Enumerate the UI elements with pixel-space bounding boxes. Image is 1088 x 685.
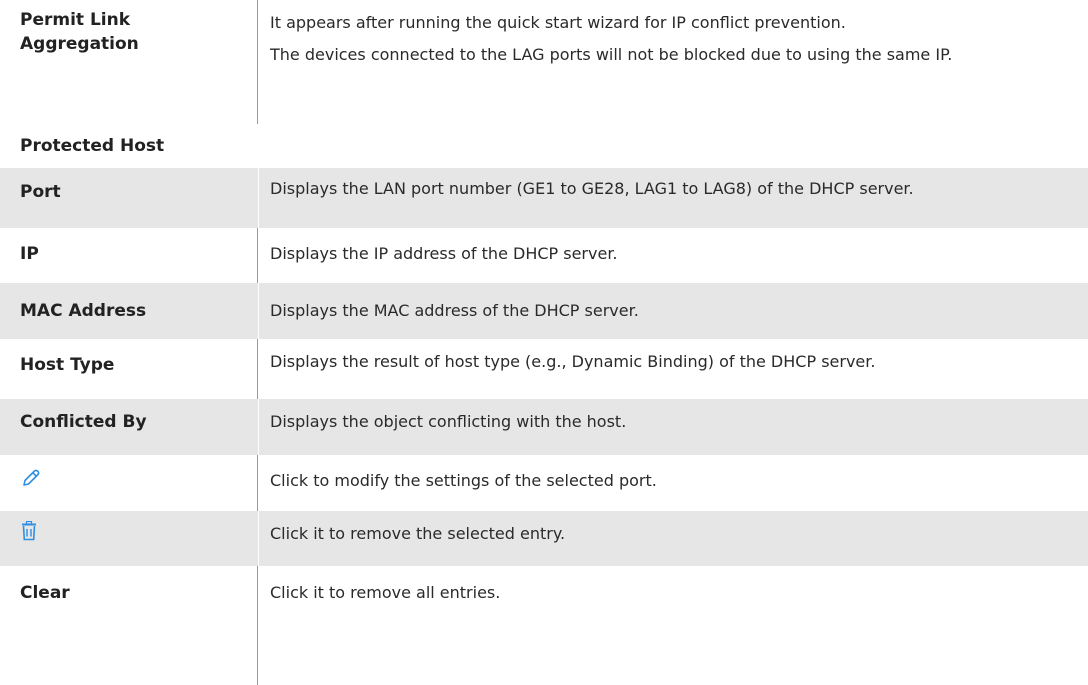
desc-ip: Displays the IP address of the DHCP serv…: [270, 244, 618, 263]
term-ip: IP: [20, 244, 39, 264]
desc-paragraph-2: The devices connected to the LAG ports w…: [270, 45, 953, 64]
term-cell: Host Type: [0, 339, 258, 399]
term-line-1: Permit Link: [20, 10, 131, 30]
term-cell: [0, 455, 258, 511]
term-cell: MAC Address: [0, 283, 258, 339]
desc-cell: Displays the result of host type (e.g., …: [259, 339, 1088, 399]
desc-edit: Click to modify the settings of the sele…: [270, 471, 657, 490]
desc-paragraph-1: It appears after running the quick start…: [270, 13, 846, 32]
desc-clear: Click it to remove all entries.: [270, 583, 501, 602]
term-permit-link-aggregation: Permit Link Aggregation: [20, 8, 139, 56]
desc-conflicted-by: Displays the object conflicting with the…: [270, 412, 627, 431]
desc-host-type: Displays the result of host type (e.g., …: [270, 352, 876, 371]
desc-mac-address: Displays the MAC address of the DHCP ser…: [270, 301, 639, 320]
desc-permit-link-aggregation: It appears after running the quick start…: [270, 12, 1068, 68]
row-ip: IP Displays the IP address of the DHCP s…: [0, 228, 1088, 283]
desc-cell: It appears after running the quick start…: [259, 0, 1088, 124]
desc-cell: Click to modify the settings of the sele…: [259, 455, 1088, 511]
row-edit: Click to modify the settings of the sele…: [0, 455, 1088, 511]
term-line-2: Aggregation: [20, 34, 139, 54]
term-port: Port: [20, 182, 61, 202]
row-permit-link-aggregation: Permit Link Aggregation It appears after…: [0, 0, 1088, 124]
row-delete: Click it to remove the selected entry.: [0, 511, 1088, 566]
desc-cell: Click it to remove the selected entry.: [259, 511, 1088, 566]
trash-icon: [22, 521, 36, 541]
term-cell: Permit Link Aggregation: [0, 0, 258, 124]
desc-cell: Click it to remove all entries.: [259, 566, 1088, 685]
term-conflicted-by: Conflicted By: [20, 412, 147, 432]
row-host-type: Host Type Displays the result of host ty…: [0, 339, 1088, 399]
row-port: Port Displays the LAN port number (GE1 t…: [0, 168, 1088, 228]
row-clear: Clear Click it to remove all entries.: [0, 566, 1088, 685]
term-mac-address: MAC Address: [20, 301, 147, 321]
pencil-icon: [23, 469, 40, 486]
term-host-type: Host Type: [20, 355, 115, 375]
section-title: Protected Host: [20, 136, 165, 156]
term-cell: [0, 511, 258, 566]
desc-port: Displays the LAN port number (GE1 to GE2…: [270, 179, 914, 198]
row-conflicted-by: Conflicted By Displays the object confli…: [0, 399, 1088, 455]
term-cell: Clear: [0, 566, 258, 685]
desc-delete: Click it to remove the selected entry.: [270, 524, 566, 543]
desc-cell: Displays the object conflicting with the…: [259, 399, 1088, 455]
desc-cell: Displays the MAC address of the DHCP ser…: [259, 283, 1088, 339]
row-mac-address: MAC Address Displays the MAC address of …: [0, 283, 1088, 339]
section-protected-host: Protected Host: [0, 124, 1088, 168]
term-cell: Conflicted By: [0, 399, 258, 455]
term-cell: Port: [0, 168, 258, 228]
desc-cell: Displays the IP address of the DHCP serv…: [259, 228, 1088, 283]
term-clear: Clear: [20, 583, 70, 603]
term-cell: IP: [0, 228, 258, 283]
desc-cell: Displays the LAN port number (GE1 to GE2…: [259, 168, 1088, 228]
